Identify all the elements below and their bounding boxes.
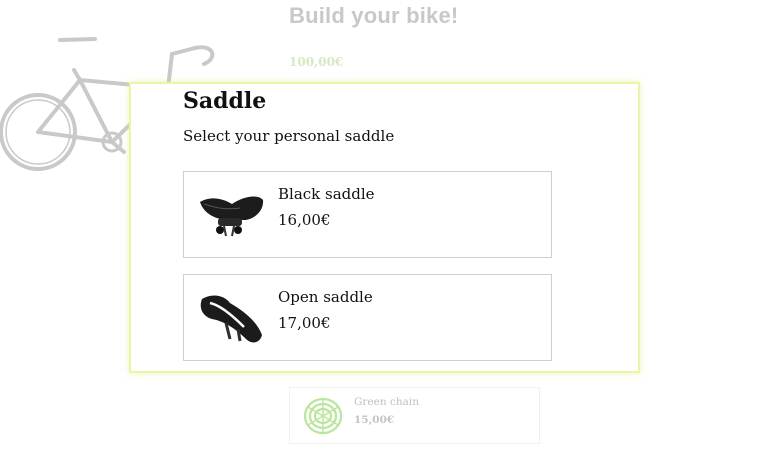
option-name: Open saddle: [278, 288, 373, 306]
saddle-modal: Saddle Select your personal saddle Black…: [129, 82, 640, 373]
modal-subtitle: Select your personal saddle: [183, 127, 395, 145]
green-chain-icon: [303, 397, 343, 435]
component-name: Green chain: [354, 396, 419, 408]
modal-title: Saddle: [183, 88, 267, 114]
component-card-green-chain: Green chain 15,00€: [289, 387, 540, 444]
option-price: 17,00€: [278, 314, 331, 332]
option-black-saddle[interactable]: Black saddle 16,00€: [183, 171, 552, 258]
component-price: 15,00€: [354, 414, 395, 426]
option-price: 16,00€: [278, 211, 331, 229]
option-name: Black saddle: [278, 185, 375, 203]
black-saddle-icon: [200, 196, 264, 237]
page-title: Build your bike!: [289, 3, 459, 28]
option-open-saddle[interactable]: Open saddle 17,00€: [183, 274, 552, 361]
open-saddle-icon: [200, 295, 262, 343]
base-price: 100,00€: [289, 55, 344, 69]
